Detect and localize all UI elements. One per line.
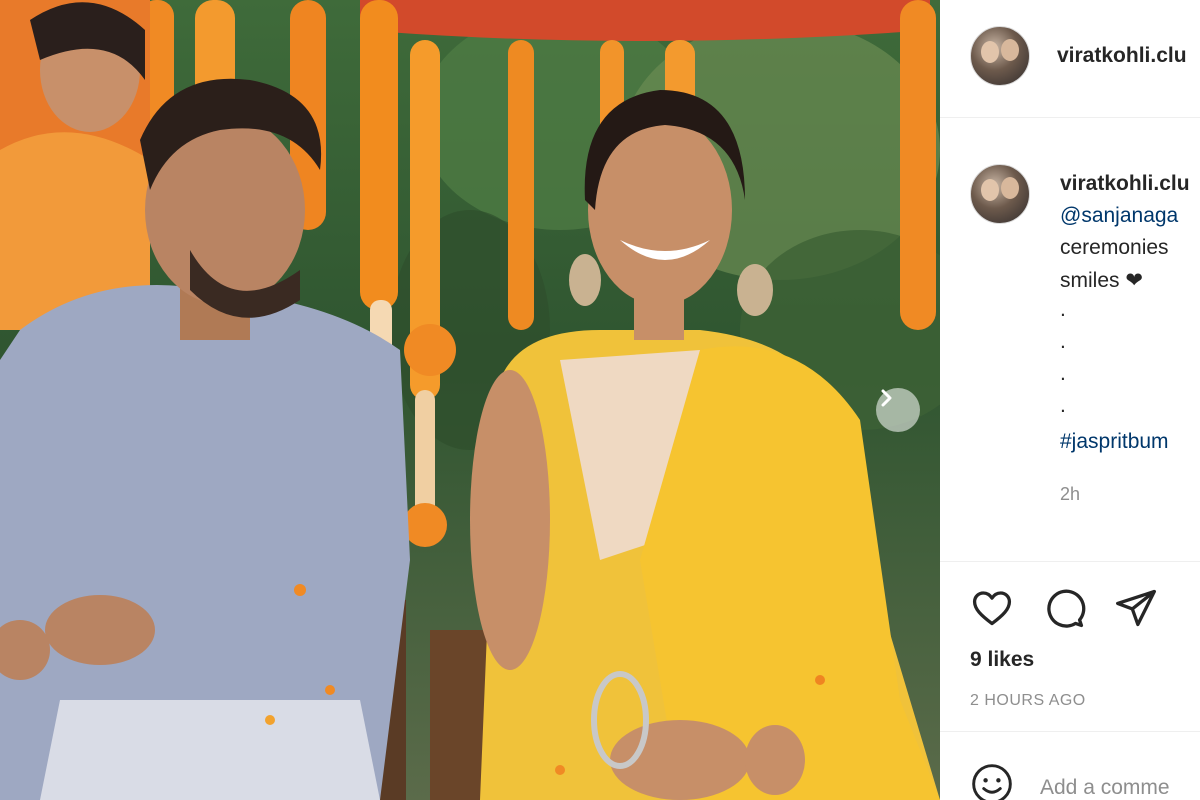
post-header: viratkohli.clu <box>940 0 1200 118</box>
caption-text-line: smiles ❤ <box>1060 269 1143 292</box>
caption-text-line: ceremonies <box>1060 236 1169 259</box>
caption-dot: . <box>1060 298 1066 321</box>
caption-dot: . <box>1060 330 1066 353</box>
chevron-right-icon <box>881 389 892 407</box>
caption-username[interactable]: viratkohli.clu <box>1060 172 1190 196</box>
emoji-icon[interactable] <box>970 762 1014 800</box>
caption-avatar[interactable] <box>970 164 1030 224</box>
like-button[interactable] <box>970 586 1014 630</box>
header-username[interactable]: viratkohli.clu <box>1057 44 1187 68</box>
post-photo-illustration <box>0 0 940 800</box>
comment-input[interactable] <box>1040 772 1200 800</box>
comment-icon <box>1047 589 1086 628</box>
post-timestamp[interactable]: 2 HOURS AGO <box>970 692 1086 710</box>
add-comment-row <box>940 732 1200 800</box>
next-photo-button[interactable] <box>876 388 920 432</box>
heart-icon <box>972 591 1012 626</box>
comment-button[interactable] <box>1042 586 1086 630</box>
caption-mention[interactable]: @sanjanaga <box>1060 204 1178 228</box>
caption-hashtag[interactable]: #jaspritbum <box>1060 430 1169 454</box>
profile-avatar[interactable] <box>970 26 1030 86</box>
likes-count[interactable]: 9 likes <box>970 648 1034 672</box>
caption-block: viratkohli.clu @sanjanaga ceremonies smi… <box>940 118 1200 562</box>
caption-dot: . <box>1060 394 1066 417</box>
post-actions: 9 likes 2 HOURS AGO <box>940 562 1200 732</box>
post-side-panel: viratkohli.clu viratkohli.clu @sanjanaga… <box>940 0 1200 800</box>
post-photo[interactable] <box>0 0 940 800</box>
share-button[interactable] <box>1114 586 1158 630</box>
caption-dot: . <box>1060 362 1066 385</box>
send-icon <box>1116 589 1156 627</box>
caption-timestamp[interactable]: 2h <box>1060 484 1080 505</box>
